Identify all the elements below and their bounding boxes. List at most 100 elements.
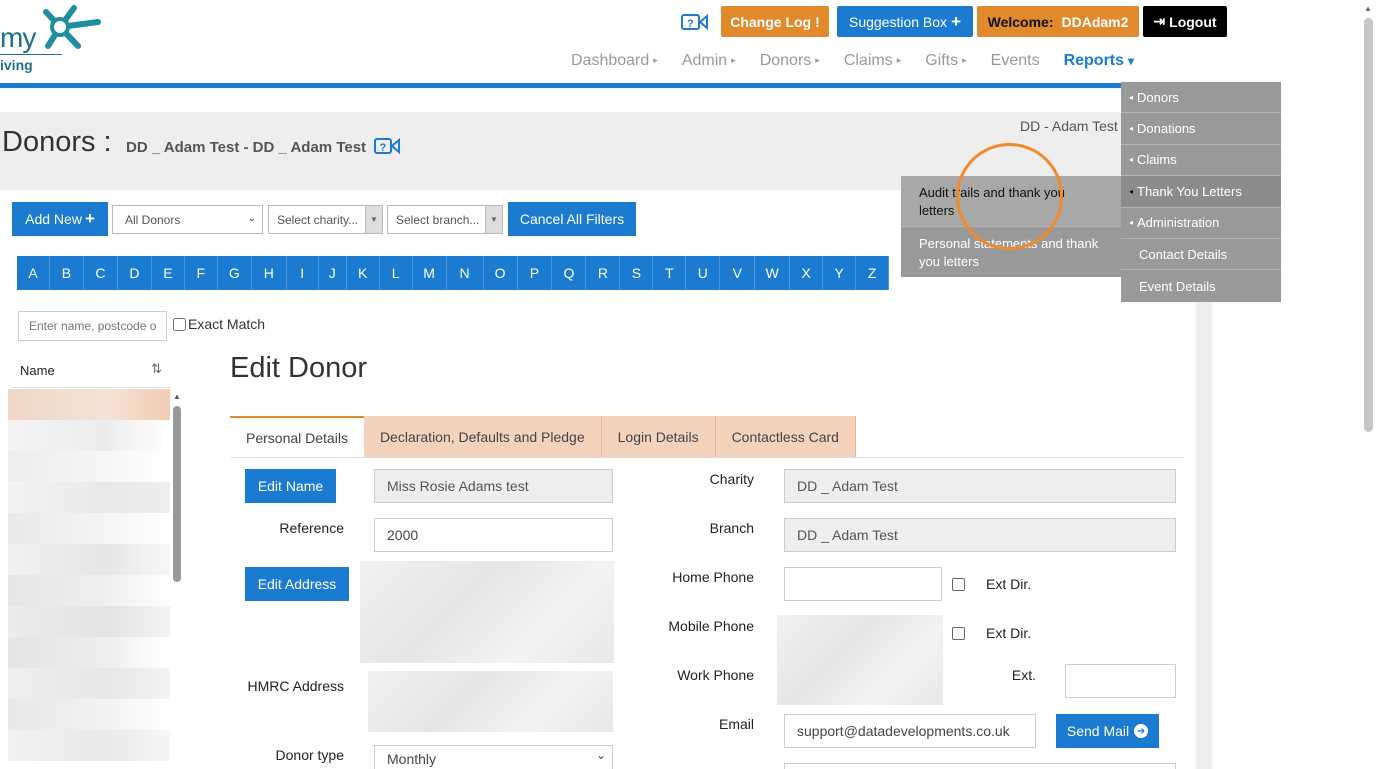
- page-scrollbar-thumb[interactable]: [1364, 18, 1373, 432]
- help-video-icon[interactable]: ?: [681, 13, 708, 31]
- caret-right-icon: ▸: [653, 55, 658, 66]
- nav-dashboard[interactable]: Dashboard ▸: [571, 52, 658, 70]
- donor-type-select[interactable]: Monthly ⌄: [374, 745, 613, 769]
- alpha-filter-c[interactable]: C: [84, 256, 118, 290]
- exclamation-icon: !: [815, 13, 820, 30]
- list-item[interactable]: [8, 420, 170, 451]
- list-item[interactable]: [8, 637, 170, 668]
- exact-match-checkbox[interactable]: [173, 317, 186, 331]
- nav-claims[interactable]: Claims ▸: [844, 52, 901, 70]
- nav-label: Admin: [681, 52, 728, 69]
- home-ext-dir-checkbox[interactable]: [952, 578, 965, 591]
- reference-input[interactable]: 2000: [374, 518, 613, 552]
- alpha-filter-v[interactable]: V: [720, 256, 756, 290]
- donor-name-field: Miss Rosie Adams test: [374, 469, 613, 503]
- scroll-up-arrow-icon[interactable]: ▲: [173, 392, 181, 401]
- donor-type-label: Donor type: [275, 747, 344, 763]
- tab-login-details[interactable]: Login Details: [601, 416, 716, 457]
- alpha-filter-z[interactable]: Z: [856, 256, 890, 290]
- alpha-filter-w[interactable]: W: [755, 256, 791, 290]
- reports-item-label: Donors: [1137, 89, 1179, 105]
- reports-item-claims[interactable]: ◂ Claims: [1121, 145, 1281, 177]
- alpha-filter-h[interactable]: H: [252, 256, 287, 290]
- alpha-filter-b[interactable]: B: [50, 256, 84, 290]
- list-item[interactable]: [8, 668, 170, 699]
- alpha-filter-a[interactable]: A: [17, 256, 50, 290]
- reports-item-administration[interactable]: ◂ Administration: [1121, 208, 1281, 239]
- tab-contactless-card[interactable]: Contactless Card: [715, 416, 856, 457]
- add-new-button[interactable]: Add New +: [12, 202, 108, 236]
- send-mail-button[interactable]: Send Mail ➜: [1056, 714, 1159, 748]
- charity-select[interactable]: Select charity... ▼: [268, 205, 383, 234]
- nav-label: Reports: [1063, 52, 1125, 69]
- help-video-icon[interactable]: ?: [374, 138, 400, 154]
- alpha-filter-g[interactable]: G: [218, 256, 252, 290]
- logout-label: Logout: [1169, 13, 1217, 30]
- reports-item-donations[interactable]: ◂ Donations: [1121, 113, 1281, 145]
- alpha-filter-d[interactable]: D: [118, 256, 152, 290]
- edit-address-button[interactable]: Edit Address: [245, 567, 349, 601]
- list-item[interactable]: [8, 544, 170, 575]
- reports-item-event-details[interactable]: Event Details: [1121, 270, 1281, 301]
- alpha-filter-q[interactable]: Q: [552, 256, 587, 290]
- alpha-filter-k[interactable]: K: [347, 256, 380, 290]
- nav-gifts[interactable]: Gifts ▸: [925, 52, 966, 70]
- nav-reports[interactable]: Reports ▾: [1064, 52, 1134, 70]
- alpha-filter-o[interactable]: O: [484, 256, 518, 290]
- welcome-label: Welcome:: [987, 13, 1054, 30]
- list-item[interactable]: [8, 699, 170, 730]
- cancel-all-filters-button[interactable]: Cancel All Filters: [508, 202, 636, 236]
- reports-item-thank-you-letters[interactable]: ◂ Thank You Letters: [1121, 176, 1281, 208]
- list-item[interactable]: [8, 730, 170, 761]
- branch-select[interactable]: Select branch... ▼: [387, 205, 503, 234]
- alpha-filter-n[interactable]: N: [447, 256, 484, 290]
- name-list-header[interactable]: Name ⇅: [12, 352, 170, 388]
- alpha-filter-m[interactable]: M: [413, 256, 447, 290]
- list-item[interactable]: [8, 451, 170, 482]
- welcome-user-button[interactable]: Welcome: DDAdam2: [977, 6, 1139, 37]
- reports-item-contact-details[interactable]: Contact Details: [1121, 239, 1281, 271]
- nav-events[interactable]: Events: [991, 52, 1040, 70]
- home-phone-input[interactable]: [784, 567, 942, 601]
- caret-left-icon: ◂: [1129, 186, 1134, 196]
- alpha-filter-f[interactable]: F: [185, 256, 218, 290]
- reports-item-donors[interactable]: ◂ Donors: [1121, 82, 1281, 114]
- alpha-filter-r[interactable]: R: [586, 256, 621, 290]
- exact-match-option[interactable]: Exact Match: [173, 316, 265, 332]
- change-log-button[interactable]: Change Log !: [721, 6, 829, 37]
- nav-donors[interactable]: Donors ▸: [760, 52, 820, 70]
- work-ext-input[interactable]: [1065, 664, 1176, 698]
- alpha-filter-l[interactable]: L: [380, 256, 413, 290]
- list-item[interactable]: [8, 606, 170, 637]
- email-input[interactable]: support@datadevelopments.co.uk: [784, 714, 1036, 748]
- alpha-filter-j[interactable]: J: [319, 256, 347, 290]
- scroll-up-arrow-icon[interactable]: ▲: [1364, 4, 1372, 13]
- sort-icon[interactable]: ⇅: [151, 361, 162, 377]
- alpha-filter-e[interactable]: E: [152, 256, 185, 290]
- tab-declaration-defaults-pledge[interactable]: Declaration, Defaults and Pledge: [363, 416, 602, 457]
- donor-filter-select[interactable]: All Donors ⌄: [112, 205, 263, 234]
- alpha-filter-y[interactable]: Y: [823, 256, 857, 290]
- list-scrollbar-thumb[interactable]: [173, 406, 181, 582]
- list-item[interactable]: [8, 513, 170, 544]
- alpha-filter-t[interactable]: T: [653, 256, 687, 290]
- alpha-filter-u[interactable]: U: [686, 256, 721, 290]
- mobile-ext-dir-checkbox[interactable]: [952, 627, 965, 640]
- alpha-filter-s[interactable]: S: [620, 256, 654, 290]
- alpha-filter-x[interactable]: X: [790, 256, 824, 290]
- caret-left-icon: ◂: [1129, 218, 1134, 228]
- logout-button[interactable]: ⇥ Logout: [1143, 6, 1227, 37]
- logo-text: my: [0, 22, 36, 53]
- list-item[interactable]: [8, 389, 170, 420]
- list-item[interactable]: [8, 482, 170, 513]
- donor-search-input[interactable]: [18, 311, 167, 341]
- logo[interactable]: my iving: [0, 0, 102, 78]
- alpha-filter-i[interactable]: I: [287, 256, 319, 290]
- list-item[interactable]: [8, 575, 170, 606]
- next-field-input[interactable]: [784, 763, 1176, 769]
- edit-name-button[interactable]: Edit Name: [245, 469, 336, 503]
- nav-admin[interactable]: Admin ▸: [682, 52, 736, 70]
- tab-personal-details[interactable]: Personal Details: [230, 416, 364, 457]
- alpha-filter-p[interactable]: P: [518, 256, 553, 290]
- suggestion-box-button[interactable]: Suggestion Box +: [837, 6, 973, 37]
